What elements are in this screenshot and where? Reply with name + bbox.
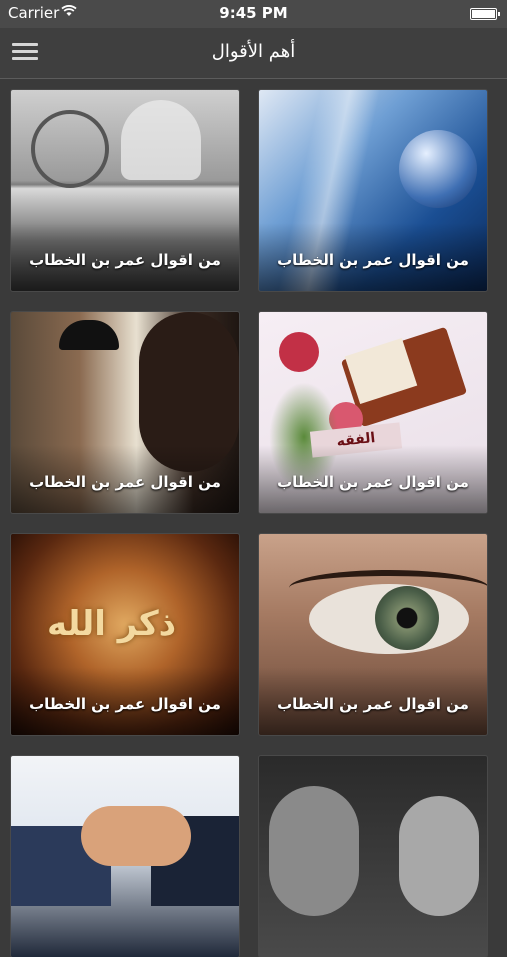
- two-faces-photo: [259, 756, 487, 957]
- card-caption: من اقوال عمر بن الخطاب: [29, 251, 221, 269]
- card-caption: من اقوال عمر بن الخطاب: [29, 695, 221, 713]
- card-caption: من اقوال عمر بن الخطاب: [277, 473, 469, 491]
- card-water[interactable]: من اقوال عمر بن الخطاب: [259, 90, 487, 291]
- card-caption: من اقوال عمر بن الخطاب: [277, 695, 469, 713]
- card-caption: من اقوال عمر بن الخطاب: [29, 473, 221, 491]
- status-bar: Carrier 9:45 PM: [0, 0, 507, 28]
- card-fiqh[interactable]: الفقه من اقوال عمر بن الخطاب: [259, 312, 487, 513]
- card-elderly[interactable]: من اقوال عمر بن الخطاب: [11, 90, 239, 291]
- card-dhikr[interactable]: ذكر الله من اقوال عمر بن الخطاب: [11, 534, 239, 735]
- page-title: أهم الأقوال: [211, 41, 296, 62]
- card-faces[interactable]: [259, 756, 487, 957]
- card-handshake[interactable]: [11, 756, 239, 957]
- status-time: 9:45 PM: [219, 4, 288, 22]
- battery-icon: [470, 8, 500, 20]
- card-caption: من اقوال عمر بن الخطاب: [277, 251, 469, 269]
- handshake-photo: [11, 756, 239, 957]
- card-prayer[interactable]: من اقوال عمر بن الخطاب: [11, 312, 239, 513]
- dhikr-calligraphy: ذكر الله: [47, 604, 177, 644]
- nav-bar: أهم الأقوال: [0, 28, 507, 79]
- card-eye[interactable]: من اقوال عمر بن الخطاب: [259, 534, 487, 735]
